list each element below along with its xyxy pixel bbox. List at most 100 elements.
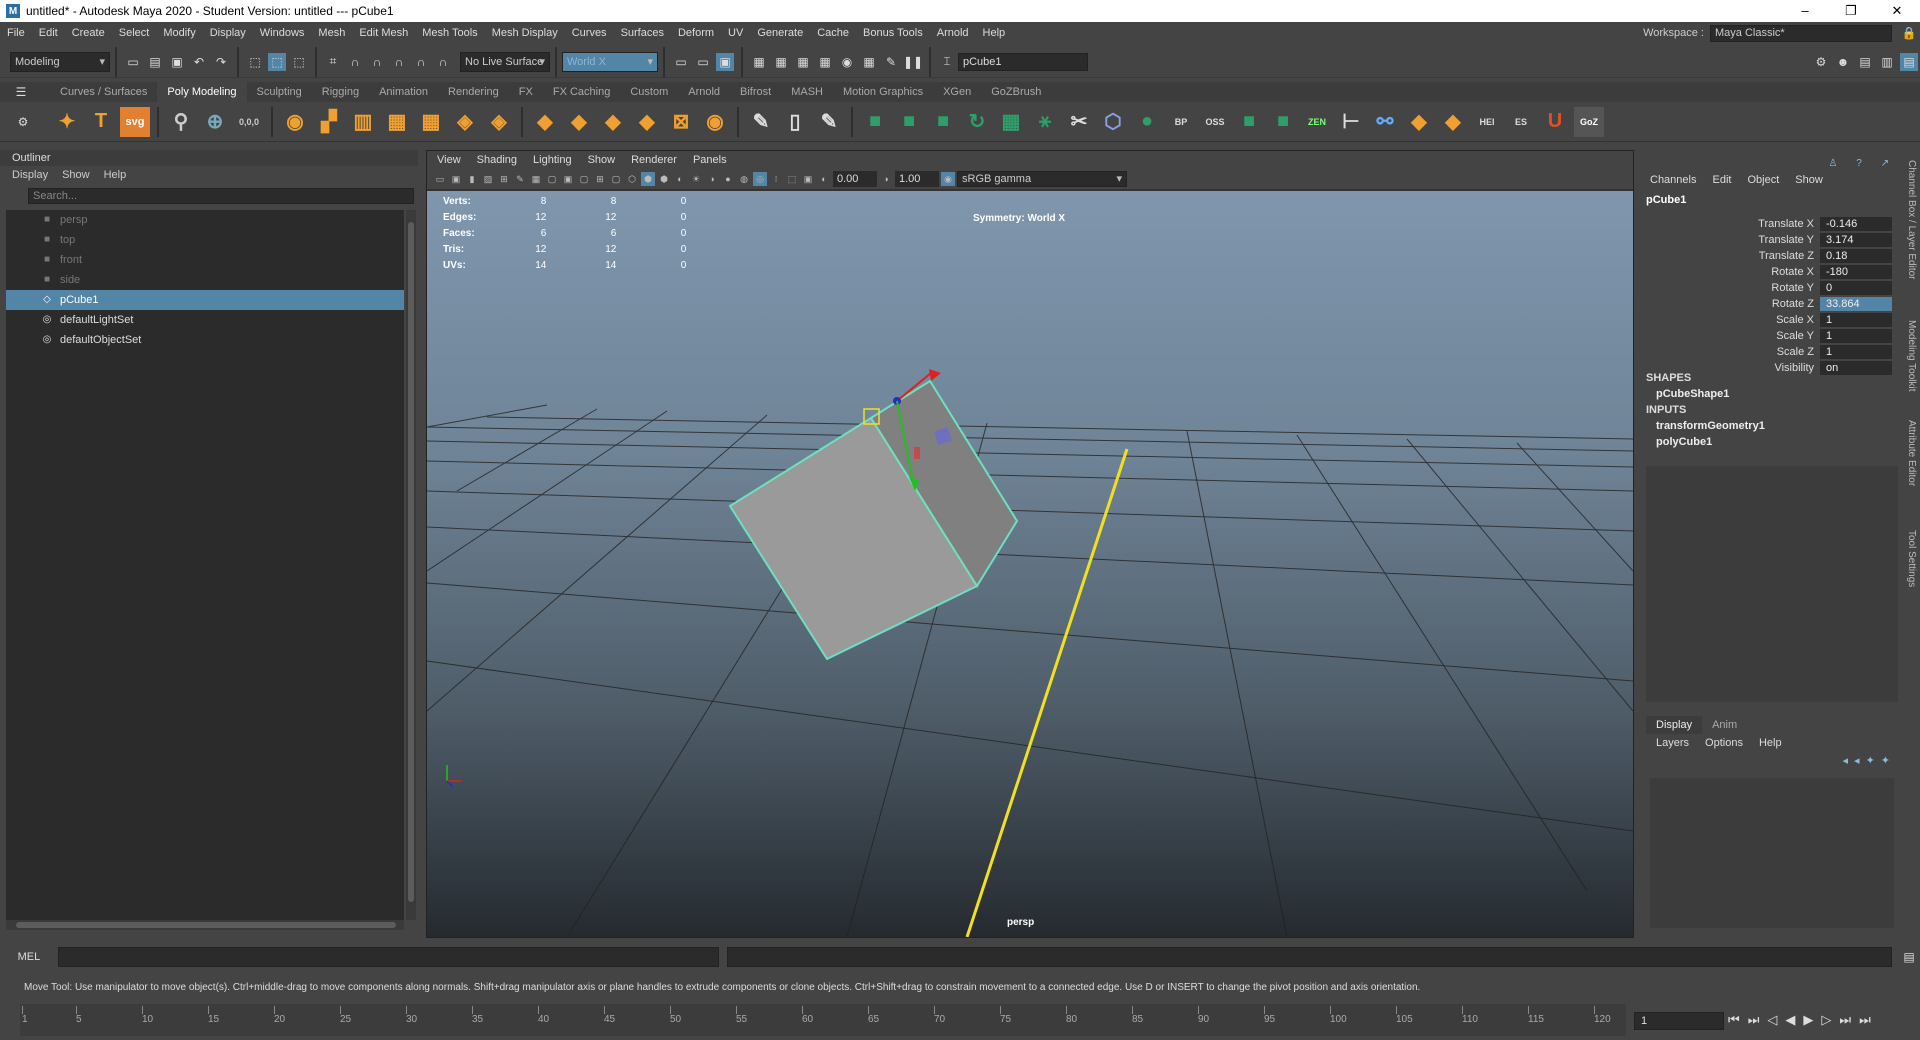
boolean-icon[interactable]: ▦ [416, 107, 446, 137]
outliner-item-top[interactable]: ■ top [6, 230, 404, 250]
tab-mash[interactable]: MASH [781, 82, 833, 102]
minimize-button[interactable]: – [1782, 0, 1828, 22]
tab-rigging[interactable]: Rigging [312, 82, 369, 102]
menu-mesh-display[interactable]: Mesh Display [485, 27, 565, 39]
current-frame-field[interactable]: 1 [1634, 1012, 1724, 1030]
xray-icon[interactable]: ◎ [753, 172, 767, 186]
outliner-item-side[interactable]: ■ side [6, 270, 404, 290]
diamond-2-icon[interactable]: ◆ [1438, 107, 1468, 137]
menu-mesh-tools[interactable]: Mesh Tools [415, 27, 484, 39]
quad-draw-icon[interactable]: ✎ [814, 107, 844, 137]
menu-select[interactable]: Select [112, 27, 157, 39]
outliner-menu-display[interactable]: Display [12, 166, 48, 184]
layer-move-up-icon[interactable]: ◂ [1843, 754, 1849, 767]
attribute-editor-icon[interactable]: ▤ [1856, 53, 1874, 71]
outliner-item-pcube1[interactable]: ◇ pCube1 [6, 290, 404, 310]
collapse-icon[interactable]: ⊠ [666, 107, 696, 137]
es-icon[interactable]: ES [1506, 107, 1536, 137]
outliner-item-persp[interactable]: ■ persp [6, 210, 404, 230]
gamma-field[interactable]: 1.00 [895, 171, 939, 187]
bridge-icon[interactable]: ◈ [484, 107, 514, 137]
go-to-end-icon[interactable]: ⏭ [1859, 1012, 1871, 1028]
attr-rotate-x[interactable]: Rotate X -180 [1640, 264, 1902, 280]
zen-icon[interactable]: ZEN [1302, 107, 1332, 137]
layer-tab-display[interactable]: Display [1646, 716, 1703, 734]
target-weld-icon[interactable]: ◉ [700, 107, 730, 137]
wedge-icon[interactable]: ◆ [632, 107, 662, 137]
color-management-icon[interactable]: ◉ [941, 172, 955, 186]
pause-icon[interactable]: ❚❚ [903, 53, 923, 71]
ipr-render-icon[interactable]: ▦ [794, 53, 812, 71]
viewport-menu-renderer[interactable]: Renderer [631, 151, 677, 169]
multi-cut-icon[interactable]: ✎ [746, 107, 776, 137]
select-object-icon[interactable]: ⬚ [268, 52, 286, 71]
attr-translate-z[interactable]: Translate Z 0.18 [1640, 248, 1902, 264]
shelf-settings-icon[interactable]: ⚙ [14, 113, 32, 131]
menu-file[interactable]: File [0, 27, 32, 39]
tab-motion-graphics[interactable]: Motion Graphics [833, 82, 933, 102]
ambient-occlusion-icon[interactable]: ● [721, 172, 735, 186]
tab-bifrost[interactable]: Bifrost [730, 82, 781, 102]
camera-green-icon[interactable]: ■ [1268, 107, 1298, 137]
exposure-icon[interactable]: ◐ [817, 172, 831, 186]
camera-attributes-icon[interactable]: ▣ [449, 172, 463, 186]
attr-scale-y[interactable]: Scale Y 1 [1640, 328, 1902, 344]
smooth-icon[interactable]: ▥ [348, 107, 378, 137]
render-view-icon[interactable]: ▦ [750, 53, 768, 71]
layer-tab-anim[interactable]: Anim [1702, 716, 1747, 734]
bookmark-icon[interactable]: ▮ [465, 172, 479, 186]
new-layer-selected-icon[interactable]: ✦ [1881, 754, 1890, 767]
text-icon[interactable]: T [86, 107, 116, 137]
grease-pencil-icon[interactable]: ✎ [513, 172, 527, 186]
attr-value[interactable]: on [1820, 361, 1892, 375]
snap-grid-icon[interactable]: ⌗ [324, 53, 342, 71]
menu-modify[interactable]: Modify [156, 27, 202, 39]
side-tab-attribute-editor[interactable]: Attribute Editor [1906, 420, 1917, 486]
input-node[interactable]: polyCube1 [1656, 436, 1712, 448]
menu-help[interactable]: Help [976, 27, 1013, 39]
menu-cache[interactable]: Cache [810, 27, 856, 39]
attr-scale-x[interactable]: Scale X 1 [1640, 312, 1902, 328]
cube-green-2-icon[interactable]: ■ [894, 107, 924, 137]
viewport-menu-show[interactable]: Show [588, 151, 616, 169]
command-language-toggle[interactable]: MEL [0, 951, 58, 963]
tab-gozbrush[interactable]: GoZBrush [981, 82, 1051, 102]
cube-green-3-icon[interactable]: ■ [928, 107, 958, 137]
sculpt-icon[interactable]: ⚲ [166, 107, 196, 137]
arnold-render-icon[interactable]: ▦ [860, 53, 878, 71]
cube-green-icon[interactable]: ■ [860, 107, 890, 137]
snap-projected-icon[interactable]: ∩ [390, 53, 408, 71]
film-gate-icon[interactable]: ▢ [545, 172, 559, 186]
smooth-shade-icon[interactable]: ⬢ [641, 172, 655, 186]
xray-joints-icon[interactable]: ⁝ [769, 172, 783, 186]
tab-rendering[interactable]: Rendering [438, 82, 509, 102]
attr-value[interactable]: 0.18 [1820, 249, 1892, 263]
shelf-menu-icon[interactable]: ☰ [12, 83, 30, 101]
select-camera-icon[interactable]: ▭ [433, 172, 447, 186]
tab-poly-modeling[interactable]: Poly Modeling [157, 82, 247, 102]
attr-value[interactable]: 33.864 [1820, 297, 1892, 311]
channel-box-help-icon[interactable]: ? [1850, 154, 1868, 172]
manipulator-plane-handle-red[interactable] [914, 447, 920, 459]
layer-menu-help[interactable]: Help [1759, 734, 1782, 752]
step-forward-key-icon[interactable]: ⏭ [1839, 1012, 1851, 1028]
outliner-vertical-scrollbar[interactable] [406, 210, 416, 920]
outliner-item-defaultobjectset[interactable]: ◎ defaultObjectSet [6, 330, 404, 350]
magnet-icon[interactable]: U [1540, 107, 1570, 137]
cube-green-4-icon[interactable]: ■ [1234, 107, 1264, 137]
menu-deform[interactable]: Deform [671, 27, 721, 39]
oss-icon[interactable]: OSS [1200, 107, 1230, 137]
hei-icon[interactable]: HEI [1472, 107, 1502, 137]
star-icon[interactable]: ✦ [52, 107, 82, 137]
new-layer-icon[interactable]: ✦ [1866, 754, 1875, 767]
outliner-horizontal-scrollbar[interactable] [6, 920, 404, 930]
step-forward-frame-icon[interactable]: ▷ [1821, 1012, 1831, 1028]
step-back-key-icon[interactable]: ⏭ [1748, 1012, 1760, 1028]
save-scene-icon[interactable]: ▣ [168, 53, 186, 71]
render-settings-icon[interactable]: ▦ [816, 53, 834, 71]
tab-arnold[interactable]: Arnold [678, 82, 730, 102]
joint-icon[interactable]: ⚯ [1370, 107, 1400, 137]
textured-icon[interactable]: ◐ [673, 172, 687, 186]
tool-settings-icon[interactable]: ▥ [1878, 53, 1896, 71]
tab-curves-surfaces[interactable]: Curves / Surfaces [50, 82, 157, 102]
